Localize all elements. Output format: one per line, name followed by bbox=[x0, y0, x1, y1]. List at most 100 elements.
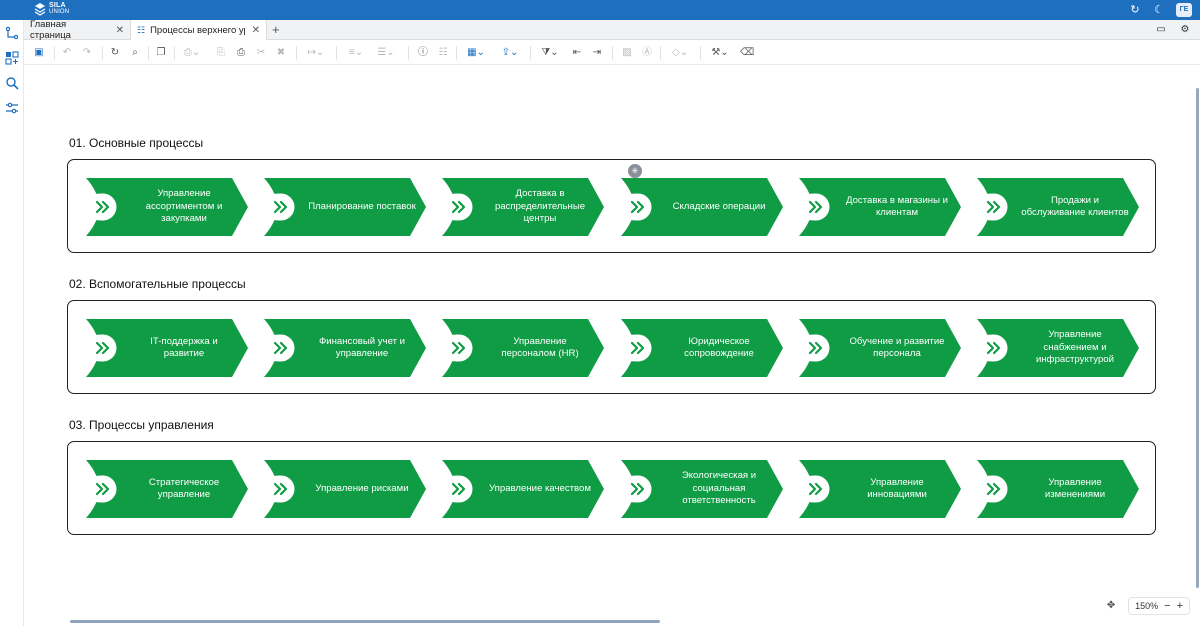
undo-icon[interactable]: ↶ bbox=[60, 46, 74, 60]
shape-dropdown-icon[interactable]: ◇⌄ bbox=[668, 46, 692, 60]
double-chevron-icon bbox=[451, 200, 466, 214]
theme-icon[interactable]: ☾ bbox=[1152, 3, 1166, 17]
objects-icon[interactable] bbox=[5, 51, 19, 65]
image-icon[interactable]: ▨ bbox=[620, 46, 634, 60]
zoom-in-button[interactable]: + bbox=[1177, 599, 1183, 613]
app-logo[interactable]: SILA UNION bbox=[34, 2, 69, 16]
user-avatar[interactable]: ГЕ bbox=[1176, 3, 1192, 17]
collapse-icon[interactable]: ⇤ bbox=[570, 46, 584, 60]
process-shape[interactable]: Управление персоналом (HR) bbox=[442, 319, 604, 377]
process-shape[interactable]: Планирование поставок bbox=[264, 178, 426, 236]
process-label: Доставка в магазины и клиентам bbox=[845, 194, 949, 219]
double-chevron-icon bbox=[986, 200, 1001, 214]
process-label: Планирование поставок bbox=[308, 200, 416, 212]
process-label: Управление снабжением и инфраструктурой bbox=[1036, 329, 1114, 366]
copy-icon[interactable]: ❐ bbox=[154, 46, 168, 60]
add-tab-button[interactable]: + bbox=[272, 22, 280, 38]
process-shape[interactable]: IT-поддержка и развитие bbox=[86, 319, 248, 377]
process-shape[interactable]: Доставка в магазины и клиентам bbox=[799, 178, 961, 236]
process-shape[interactable]: Обучение и развитие персонала bbox=[799, 319, 961, 377]
tab-top-level-processes[interactable]: ☷ Процессы верхнего ур ✕ bbox=[131, 20, 267, 40]
double-chevron-icon bbox=[95, 482, 110, 496]
double-chevron-icon bbox=[986, 482, 1001, 496]
double-chevron-icon bbox=[95, 341, 110, 355]
settings-icon[interactable]: ⚙ bbox=[1178, 23, 1192, 37]
eraser-icon[interactable]: ⌫ bbox=[740, 46, 754, 60]
search-diagram-icon[interactable]: ⌕ bbox=[128, 46, 142, 60]
process-label: Обучение и развитие персонала bbox=[849, 335, 945, 360]
connect-handle-icon[interactable]: ⎈ bbox=[628, 164, 642, 178]
redo-icon[interactable]: ↷ bbox=[80, 46, 94, 60]
align-dropdown-icon[interactable]: ≡⌄ bbox=[344, 46, 368, 60]
process-label: Управление рисками bbox=[315, 482, 409, 494]
double-chevron-icon bbox=[451, 341, 466, 355]
process-shape[interactable]: Финансовый учет и управление bbox=[264, 319, 426, 377]
process-shape[interactable]: Управление инновациями bbox=[799, 460, 961, 518]
process-shape[interactable]: Экологическая и социальная ответственнос… bbox=[621, 460, 783, 518]
group-title: 03. Процессы управления bbox=[69, 418, 214, 432]
tab-processes-label: Процессы верхнего ур bbox=[150, 24, 245, 36]
process-label: Управление ассортиментом и закупками bbox=[145, 188, 223, 225]
process-label: Продажи и обслуживание клиентов bbox=[1021, 194, 1129, 219]
double-chevron-icon bbox=[451, 482, 466, 496]
double-chevron-icon bbox=[808, 341, 823, 355]
double-chevron-icon bbox=[630, 341, 645, 355]
print-icon[interactable]: ⎙ bbox=[234, 46, 248, 60]
process-shape[interactable]: Доставка в распределительные центры bbox=[442, 178, 604, 236]
process-label: IT-поддержка и развитие bbox=[150, 335, 218, 360]
export-dropdown-icon[interactable]: ⇪⌄ bbox=[498, 46, 522, 60]
process-shape[interactable]: Управление рисками bbox=[264, 460, 426, 518]
cut-icon[interactable]: ✂ bbox=[254, 46, 268, 60]
process-label: Финансовый учет и управление bbox=[318, 335, 406, 360]
process-label: Складские операции bbox=[672, 200, 766, 212]
process-shape[interactable]: Стратегическое управление bbox=[86, 460, 248, 518]
close-icon[interactable]: ✕ bbox=[116, 25, 124, 36]
process-label: Стратегическое управление bbox=[148, 476, 220, 501]
expand-icon[interactable]: ⇥ bbox=[590, 46, 604, 60]
horizontal-scrollbar[interactable] bbox=[70, 620, 660, 623]
group-title: 02. Вспомогательные процессы bbox=[69, 277, 246, 291]
process-tree-icon[interactable] bbox=[5, 26, 19, 40]
process-shape[interactable]: Юридическое сопровождение bbox=[621, 319, 783, 377]
process-shape[interactable]: Управление ассортиментом и закупками bbox=[86, 178, 248, 236]
app-header: SILA UNION ↻ ☾ ГЕ bbox=[0, 0, 1200, 20]
tab-home[interactable]: Главная страница ✕ bbox=[24, 19, 131, 41]
double-chevron-icon bbox=[95, 200, 110, 214]
process-shape[interactable]: Управление качеством bbox=[442, 460, 604, 518]
search-icon[interactable] bbox=[5, 76, 19, 90]
diagram-toolbar: ▣ ↶ ↷ ↻ ⌕ ❐ ⎙⌄ ⎘ ⎙ ✂ ✖ ↦⌄ ≡⌄ ☰⌄ ⓘ ☷ ▦⌄ ⇪… bbox=[24, 41, 1200, 65]
process-label: Экологическая и социальная ответственнос… bbox=[681, 470, 757, 507]
process-shape[interactable]: Складские операции bbox=[621, 178, 783, 236]
paste-icon[interactable]: ⎘ bbox=[214, 46, 228, 60]
text-icon[interactable]: Ⓐ bbox=[640, 46, 654, 60]
spacing-dropdown-icon[interactable]: ↦⌄ bbox=[304, 46, 328, 60]
format-dropdown-icon[interactable]: ⚒⌄ bbox=[708, 46, 732, 60]
double-chevron-icon bbox=[630, 200, 645, 214]
process-shape[interactable]: Управление изменениями bbox=[977, 460, 1139, 518]
save-icon[interactable]: ▣ bbox=[32, 46, 46, 60]
process-shape[interactable]: Управление снабжением и инфраструктурой bbox=[977, 319, 1139, 377]
tab-bar: Главная страница ✕ ☷ Процессы верхнего у… bbox=[24, 19, 1200, 41]
zoom-out-button[interactable]: − bbox=[1164, 599, 1170, 613]
info-icon[interactable]: ⓘ bbox=[416, 46, 430, 60]
left-sidebar bbox=[0, 20, 24, 626]
zoom-controls: ✥ 150% − + bbox=[1102, 597, 1190, 615]
close-icon[interactable]: ✕ bbox=[252, 25, 260, 36]
vertical-scrollbar[interactable] bbox=[1196, 88, 1199, 588]
hierarchy-icon[interactable]: ☷ bbox=[436, 46, 450, 60]
select-mode-dropdown-icon[interactable]: ▦⌄ bbox=[464, 46, 488, 60]
fit-to-screen-icon[interactable]: ✥ bbox=[1102, 597, 1120, 615]
comments-icon[interactable]: ▭ bbox=[1154, 23, 1168, 37]
process-shape[interactable]: Продажи и обслуживание клиентов bbox=[977, 178, 1139, 236]
process-label: Управление качеством bbox=[489, 482, 591, 494]
insert-dropdown-icon[interactable]: ⎙⌄ bbox=[180, 46, 204, 60]
filter-dropdown-icon[interactable]: ⧩⌄ bbox=[538, 46, 562, 60]
distribute-dropdown-icon[interactable]: ☰⌄ bbox=[374, 46, 398, 60]
zoom-level: 150% bbox=[1135, 601, 1159, 611]
group-title: 01. Основные процессы bbox=[69, 136, 204, 150]
delete-icon[interactable]: ✖ bbox=[274, 46, 288, 60]
diagram-canvas[interactable]: 01. Основные процессы ⎈ 02. Вспомогатель… bbox=[24, 66, 1200, 626]
filters-icon[interactable] bbox=[5, 101, 19, 115]
refresh-diagram-icon[interactable]: ↻ bbox=[108, 46, 122, 60]
refresh-icon[interactable]: ↻ bbox=[1128, 3, 1142, 17]
